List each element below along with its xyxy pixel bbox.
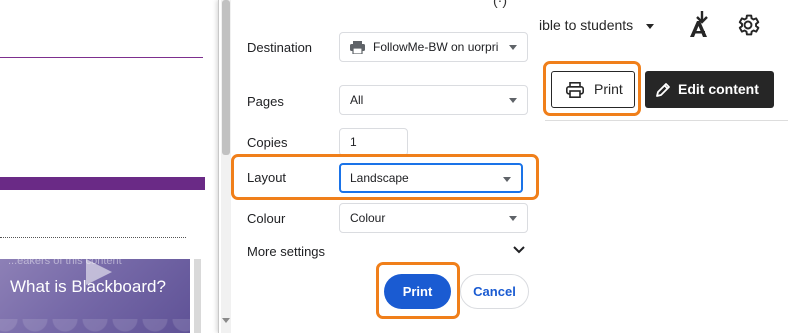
edit-content-button[interactable]: Edit content <box>645 71 774 108</box>
dialog-cancel-button[interactable]: Cancel <box>460 274 529 309</box>
pages-select[interactable]: All <box>339 85 528 115</box>
layout-label: Layout <box>247 170 287 185</box>
dialog-print-button[interactable]: Print <box>384 274 451 309</box>
copies-label: Copies <box>247 135 288 150</box>
page-print-button[interactable]: Print <box>551 71 635 108</box>
toolbar-divider <box>545 120 788 121</box>
divider-line <box>0 57 203 58</box>
caret-down-icon <box>646 24 654 29</box>
course-content-pane: ...eakers of this content What is Blackb… <box>0 0 218 333</box>
visibility-select[interactable]: ible to students <box>539 10 665 41</box>
caret-down-icon <box>509 216 517 221</box>
colour-value: Colour <box>350 211 386 225</box>
page-print-label: Print <box>594 81 623 97</box>
chevron-down-icon[interactable] <box>513 246 525 254</box>
page-toolbar: ible to students Print Edit content <box>539 0 788 333</box>
layout-value: Landscape <box>350 171 409 185</box>
dialog-header-fragment: (·) <box>493 0 507 8</box>
more-settings-toggle[interactable]: More settings <box>247 244 325 259</box>
accessibility-download-icon[interactable] <box>686 10 712 38</box>
pages-value: All <box>350 93 364 107</box>
content-scrollbar[interactable] <box>194 259 201 333</box>
copies-input[interactable]: 1 <box>339 128 408 156</box>
print-dialog: (·) Destination FollowMe-BW on uorpri Pa… <box>218 0 546 333</box>
section-bar <box>0 177 205 190</box>
gear-icon[interactable] <box>735 12 761 38</box>
destination-select[interactable]: FollowMe-BW on uorpri <box>339 32 528 62</box>
colour-select[interactable]: Colour <box>339 203 528 233</box>
video-decoration <box>0 319 190 333</box>
edit-content-label: Edit content <box>678 81 759 97</box>
video-title: What is Blackboard? <box>10 277 166 296</box>
dialog-scrollbar-thumb[interactable] <box>222 0 230 155</box>
scroll-down-arrow-icon[interactable] <box>222 318 230 323</box>
colour-label: Colour <box>247 211 286 226</box>
caret-down-icon <box>509 98 517 103</box>
pages-label: Pages <box>247 94 284 109</box>
destination-label: Destination <box>247 40 313 55</box>
printer-icon <box>566 82 584 98</box>
layout-select[interactable]: Landscape <box>339 163 523 193</box>
destination-value: FollowMe-BW on uorpri <box>373 40 499 54</box>
caret-down-icon <box>509 45 517 50</box>
pencil-icon <box>656 83 670 97</box>
dotted-divider <box>0 237 186 238</box>
video-thumbnail[interactable]: ...eakers of this content What is Blackb… <box>0 259 190 333</box>
caret-down-icon <box>503 177 511 182</box>
printer-icon <box>350 41 365 55</box>
visibility-value: ible to students <box>539 17 634 33</box>
